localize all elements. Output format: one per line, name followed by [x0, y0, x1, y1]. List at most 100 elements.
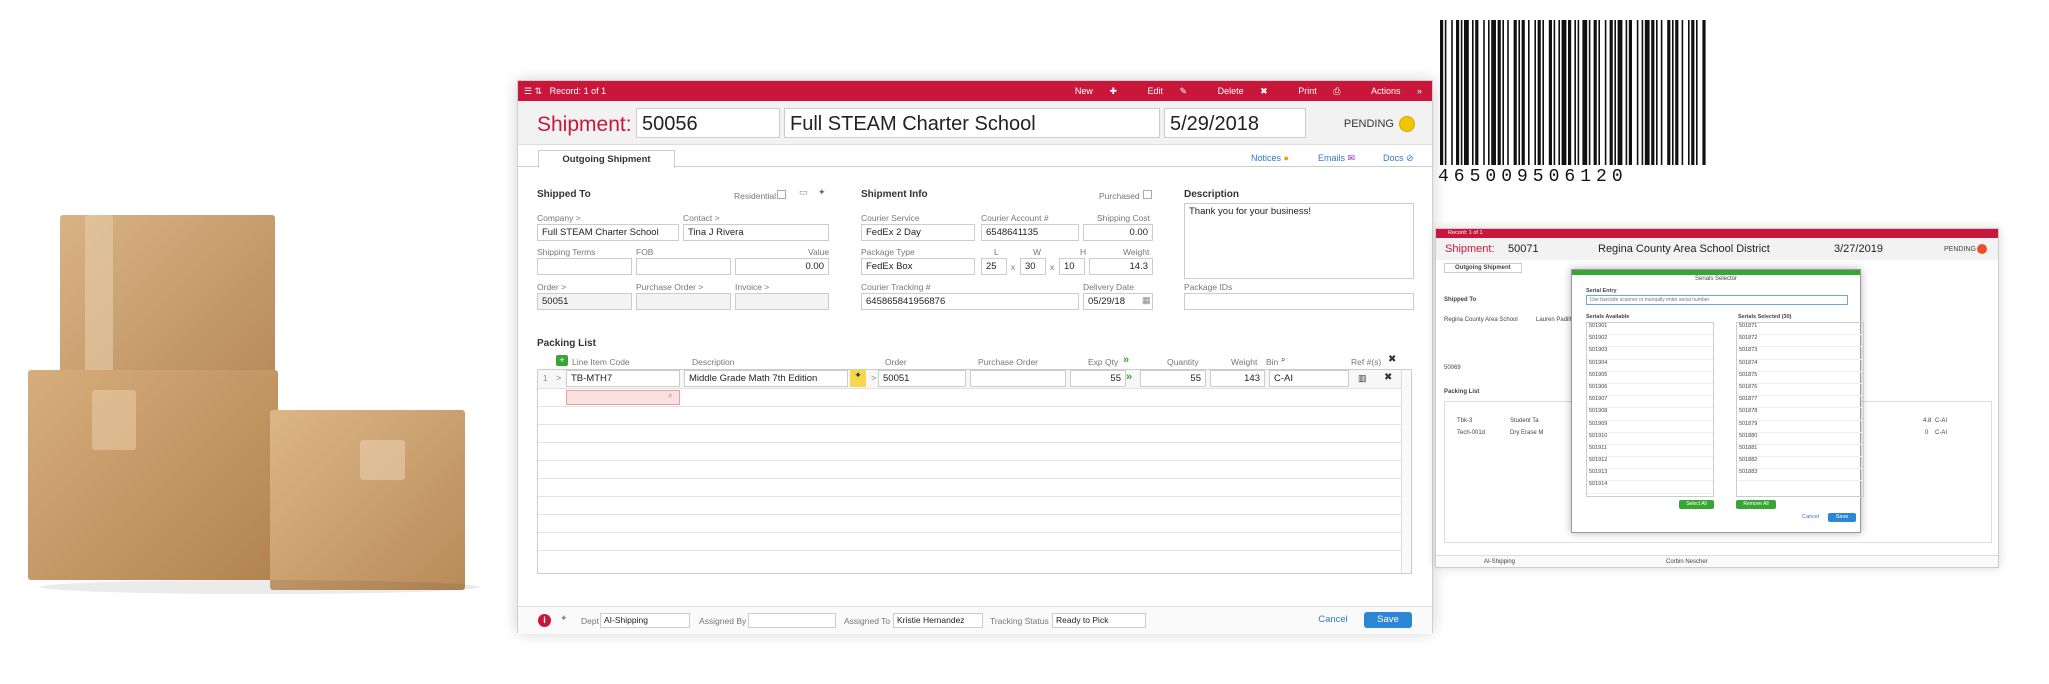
line-item-code-cell[interactable]: Tech-001d [1457, 430, 1485, 436]
pin-icon[interactable]: ✦ [560, 613, 568, 624]
calendar-icon[interactable]: ▦ [1142, 295, 1151, 306]
shipment-name-field[interactable]: Full STEAM Charter School [784, 108, 1160, 138]
list-item[interactable]: 501911 [1587, 445, 1713, 458]
list-item[interactable]: 501876 [1737, 384, 1863, 397]
quantity-cell[interactable]: 55 [1140, 370, 1206, 387]
list-item[interactable]: 501905 [1587, 372, 1713, 384]
list-item[interactable]: 501871 [1737, 323, 1863, 336]
sort-icon[interactable]: ⇅ [535, 86, 543, 96]
notices-link[interactable]: Notices ● [1251, 153, 1289, 163]
line-item-code-cell[interactable]: Tbk-3 [1457, 418, 1472, 424]
table-scrollbar[interactable] [1401, 370, 1411, 573]
search-icon[interactable]: ⌕ [1281, 355, 1285, 365]
length-field[interactable]: 25 [981, 258, 1007, 275]
docs-link[interactable]: Docs ⊘ [1383, 153, 1414, 164]
list-item[interactable]: 501914 [1587, 481, 1713, 494]
list-item[interactable]: 501881 [1737, 445, 1863, 458]
assigned-by-field[interactable]: Corbin Nescher [1666, 559, 1708, 565]
serial-entry-input[interactable] [1586, 295, 1848, 305]
description-field[interactable]: Thank you for your business! [1184, 203, 1414, 279]
purchase-order-cell[interactable] [970, 370, 1066, 387]
courier-tracking-field[interactable]: 645865841956876 [861, 293, 1079, 310]
list-item[interactable]: 501872 [1737, 335, 1863, 348]
select-all-button[interactable]: Select All [1679, 500, 1714, 509]
list-item[interactable]: 501882 [1737, 457, 1863, 470]
assigned-by-field[interactable] [748, 613, 836, 628]
edit-button[interactable]: Edit ✎ [1134, 86, 1188, 96]
actions-button[interactable]: Actions » [1357, 86, 1422, 96]
courier-service-field[interactable]: FedEx 2 Day [861, 224, 975, 241]
shipping-cost-field[interactable]: 0.00 [1083, 224, 1153, 241]
list-item[interactable]: 501883 [1737, 469, 1863, 482]
bin-cell[interactable]: C-AI [1935, 430, 1947, 436]
list-item[interactable]: 501908 [1587, 408, 1713, 421]
save-button[interactable]: Save [1364, 612, 1412, 628]
new-line-item-input[interactable] [566, 390, 680, 405]
close-icon[interactable]: ✖ [1384, 372, 1392, 383]
order-field[interactable]: 50069 [1444, 365, 1461, 371]
company-field[interactable]: Full STEAM Charter School [537, 224, 679, 241]
purchased-checkbox[interactable] [1143, 190, 1152, 199]
order-field[interactable]: 50051 [537, 293, 632, 310]
tracking-status-field[interactable]: Ready to Pick [1052, 613, 1146, 628]
value-field[interactable]: 0.00 [735, 258, 829, 275]
description-cell[interactable]: Student Ta [1510, 418, 1539, 424]
delete-button[interactable]: Delete ✖ [1204, 86, 1268, 96]
dept-field[interactable]: AI-Shipping [1484, 559, 1515, 565]
pin-icon[interactable]: ✦ [850, 370, 866, 387]
table-row[interactable]: 1 > TB-MTH7 Middle Grade Math 7th Editio… [538, 370, 1411, 388]
courier-account-field[interactable]: 6548641135 [981, 224, 1079, 241]
shipment-name-field[interactable]: Regina County Area School District [1598, 243, 1770, 255]
list-item[interactable]: 501902 [1587, 335, 1713, 348]
list-item[interactable]: 501874 [1737, 360, 1863, 372]
serials-available-list[interactable]: 501901 501902 501903 501904 501905 501906 5019… [1586, 322, 1714, 497]
height-field[interactable]: 10 [1059, 258, 1085, 275]
chevron-double-icon[interactable]: » [1126, 371, 1132, 383]
shipment-number-field[interactable]: 50071 [1508, 243, 1539, 255]
assigned-to-field[interactable]: Kristie Hernandez [893, 613, 983, 628]
company-field[interactable]: Regina County Area School [1444, 317, 1518, 323]
residential-checkbox[interactable] [777, 190, 786, 199]
list-item[interactable]: 501912 [1587, 457, 1713, 470]
barcode-icon[interactable]: ▥ [1358, 373, 1367, 384]
list-item[interactable]: 501903 [1587, 347, 1713, 360]
emails-link[interactable]: Emails ✉ [1318, 153, 1355, 164]
line-item-code-cell[interactable]: TB-MTH7 [566, 370, 680, 387]
package-type-field[interactable]: FedEx Box [861, 258, 975, 275]
chevron-double-icon[interactable]: » [1123, 354, 1129, 366]
close-icon[interactable]: ✖ [1388, 354, 1396, 365]
list-item[interactable]: 501879 [1737, 421, 1863, 433]
table-row[interactable]: ⌕ [538, 388, 1411, 406]
menu-icon[interactable]: ☰ [524, 86, 532, 96]
width-field[interactable]: 30 [1020, 258, 1046, 275]
list-item[interactable]: 501909 [1587, 421, 1713, 433]
contact-field[interactable]: Tina J Rivera [683, 224, 829, 241]
save-button[interactable]: Save [1828, 513, 1856, 522]
list-item[interactable]: 501873 [1737, 347, 1863, 360]
list-item[interactable]: 501875 [1737, 372, 1863, 384]
purchase-order-field[interactable] [636, 293, 731, 310]
list-item[interactable]: 501880 [1737, 433, 1863, 445]
info-icon[interactable]: i [538, 614, 551, 627]
new-button[interactable]: New ✚ [1061, 86, 1117, 96]
list-item[interactable]: 501901 [1587, 323, 1713, 336]
add-line-button[interactable]: + [556, 355, 568, 366]
list-item[interactable]: 501878 [1737, 408, 1863, 421]
weight-field[interactable]: 14.3 [1089, 258, 1153, 275]
pin-icon[interactable]: ✦ [818, 187, 826, 198]
bin-cell[interactable]: C-AI [1269, 370, 1349, 387]
cancel-button[interactable]: Cancel [1802, 514, 1819, 520]
description-cell[interactable]: Dry Erase M [1510, 430, 1543, 436]
list-item[interactable]: 501906 [1587, 384, 1713, 397]
print-button[interactable]: Print ⎙ [1284, 86, 1340, 96]
package-ids-field[interactable] [1184, 293, 1414, 310]
bin-cell[interactable]: C-AI [1935, 418, 1947, 424]
expand-icon[interactable]: > [871, 373, 876, 383]
shipment-date-field[interactable]: 3/27/2019 [1834, 243, 1883, 255]
expand-icon[interactable]: > [556, 373, 561, 383]
description-cell[interactable]: Middle Grade Math 7th Edition [684, 370, 848, 387]
tab-outgoing-shipment[interactable]: Outgoing Shipment [538, 150, 675, 168]
contact-field[interactable]: Lauren Padilla [1536, 317, 1574, 323]
list-item[interactable]: 501910 [1587, 433, 1713, 445]
list-item[interactable]: 501904 [1587, 360, 1713, 372]
